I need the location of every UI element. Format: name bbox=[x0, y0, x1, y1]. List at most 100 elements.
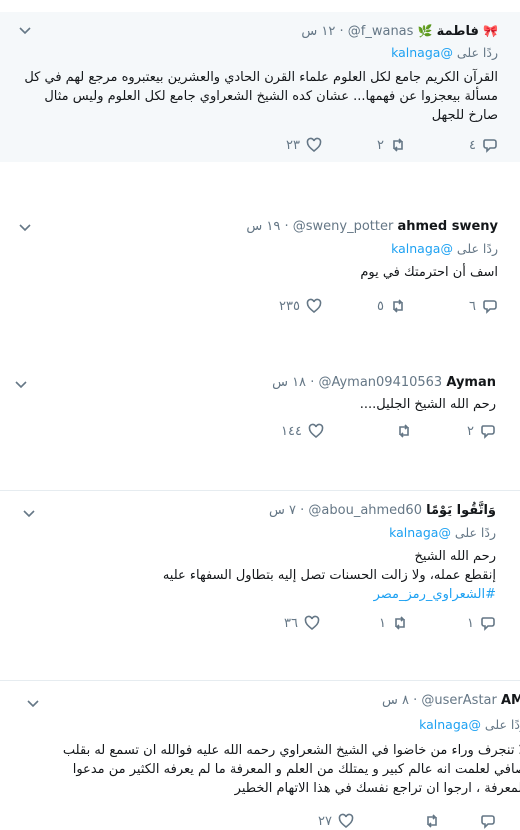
retweet-button[interactable] bbox=[418, 813, 440, 829]
time: ٨ س bbox=[382, 693, 410, 708]
reply-context: ردًا على @kalnaga bbox=[391, 45, 498, 60]
reply-icon bbox=[481, 815, 495, 829]
tweet-card[interactable]: ١٢ س · @f_wanas 🌿 فاطمة 🎀 ردًا على @kaln… bbox=[0, 12, 520, 162]
chevron-down-icon[interactable] bbox=[22, 507, 36, 523]
tweet-header: ٧ س · @abou_ahmed60 وَاتَّقُوا يَوْمًا bbox=[269, 503, 496, 518]
reply-count: ٤ bbox=[469, 137, 476, 153]
leaf-emoji-icon: 🌿 bbox=[417, 24, 433, 38]
time: ٧ س bbox=[269, 503, 296, 518]
tweet-text: القرآن الكريم جامع لكل العلوم علماء القر… bbox=[14, 68, 498, 125]
reply-icon bbox=[481, 425, 495, 439]
retweet-button[interactable] bbox=[390, 423, 412, 439]
retweet-icon bbox=[399, 424, 409, 438]
reply-mention-link[interactable]: @kalnaga bbox=[419, 717, 481, 732]
user-name[interactable]: ahmed sweny bbox=[397, 219, 498, 234]
like-button[interactable]: ١٤٤ bbox=[281, 423, 324, 439]
retweet-button[interactable]: ٢ bbox=[377, 137, 406, 153]
user-handle[interactable]: @f_wanas bbox=[348, 24, 414, 39]
reply-icon bbox=[481, 617, 495, 631]
retweet-icon bbox=[393, 138, 403, 152]
tweet-text-line: اسف أن احترمتك في يوم bbox=[360, 265, 498, 280]
heart-icon bbox=[338, 813, 354, 829]
user-handle[interactable]: @abou_ahmed60 bbox=[308, 503, 422, 518]
reply-mention-link[interactable]: @kalnaga bbox=[391, 45, 453, 60]
user-handle[interactable]: @userAstar bbox=[421, 693, 496, 708]
tweet-text-line: رحم الله الشيخ الجليل.... bbox=[359, 397, 496, 412]
reply-count: ٦ bbox=[469, 298, 476, 314]
tweet-text-line: صافي لعلمت انه عالم كبير و يمتلك من العل… bbox=[72, 762, 520, 777]
reply-mention-link[interactable]: @kalnaga bbox=[391, 241, 453, 256]
like-button[interactable]: ٢٣ bbox=[286, 137, 322, 153]
tweet-text: رحم الله الشيخ إنقطع عمله، ولا زالت الحس… bbox=[14, 547, 496, 604]
reply-button[interactable]: ٤ bbox=[469, 137, 498, 153]
chevron-down-icon[interactable] bbox=[14, 378, 28, 394]
chevron-down-icon[interactable] bbox=[26, 697, 40, 713]
chevron-down-icon[interactable] bbox=[18, 24, 32, 40]
retweet-button[interactable]: ١ bbox=[379, 615, 408, 631]
tweet-actions: ٤ ٢ ٢٣ bbox=[0, 137, 498, 155]
heart-icon bbox=[306, 137, 322, 153]
time: ١٩ س bbox=[246, 219, 281, 234]
reply-prefix: ردًا على bbox=[456, 241, 498, 256]
tweet-card[interactable]: ٧ س · @abou_ahmed60 وَاتَّقُوا يَوْمًا ر… bbox=[0, 490, 520, 640]
heart-icon bbox=[308, 423, 324, 439]
tweet-text-line: رحم الله الشيخ bbox=[414, 549, 496, 564]
tweet-header: ١٩ س · @sweny_potter ahmed sweny bbox=[246, 219, 498, 234]
tweet-header: ١٨ س · @Ayman09410563 Ayman bbox=[272, 375, 496, 390]
chevron-down-icon[interactable] bbox=[18, 221, 32, 237]
like-button[interactable]: ٢٣٥ bbox=[279, 298, 322, 314]
reply-prefix: ردًا على bbox=[484, 717, 520, 732]
time: ١٢ س bbox=[301, 24, 336, 39]
tweet-text-line: إنقطع عمله، ولا زالت الحسنات تصل إليه بت… bbox=[162, 568, 496, 583]
reply-context: ردًا على @kalnaga bbox=[391, 241, 498, 256]
tweet-text: لا تنجرف وراء من خاضوا في الشيخ الشعراوي… bbox=[14, 741, 520, 798]
like-count: ٢٧ bbox=[318, 813, 332, 829]
user-handle[interactable]: @sweny_potter bbox=[293, 219, 394, 234]
heart-icon bbox=[304, 615, 320, 631]
tweet-text: رحم الله الشيخ الجليل.... bbox=[14, 395, 496, 414]
like-count: ٢٣ bbox=[286, 137, 300, 153]
tweet-text-line: صارخ للجهل bbox=[431, 108, 498, 123]
user-handle[interactable]: @Ayman09410563 bbox=[318, 375, 442, 390]
retweet-button[interactable]: ٥ bbox=[377, 298, 406, 314]
tweet-text-line: مسألة بيعجزوا عن فهمها... عشان كده الشيخ… bbox=[44, 89, 498, 104]
tweet-actions: ٦ ٥ ٢٣٥ bbox=[0, 298, 498, 316]
reply-icon bbox=[483, 139, 497, 153]
user-name[interactable]: AM bbox=[501, 693, 520, 708]
reply-count: ٢ bbox=[467, 423, 474, 439]
reply-button[interactable]: ٦ bbox=[469, 298, 498, 314]
retweet-icon bbox=[393, 299, 403, 313]
user-name[interactable]: فاطمة bbox=[437, 24, 479, 39]
tweet-text-line: المعرفة ، ارجوا ان تراجع نفسك في هذا الا… bbox=[234, 781, 520, 796]
retweet-icon bbox=[427, 814, 437, 828]
reply-button[interactable]: ٢ bbox=[467, 423, 496, 439]
reply-context: ردًا على @kalnaga bbox=[389, 525, 496, 540]
tweet-text-line: القرآن الكريم جامع لكل العلوم علماء القر… bbox=[24, 70, 498, 85]
reply-count: ١ bbox=[467, 615, 474, 631]
reply-icon bbox=[483, 300, 497, 314]
reply-prefix: ردًا على bbox=[456, 45, 498, 60]
hashtag-link[interactable]: #الشعراوي_رمز_مصر bbox=[14, 585, 496, 604]
user-name[interactable]: وَاتَّقُوا يَوْمًا bbox=[426, 503, 496, 518]
tweet-card[interactable]: ١٨ س · @Ayman09410563 Ayman رحم الله الش… bbox=[0, 362, 520, 462]
tweet-text-line: لا تنجرف وراء من خاضوا في الشيخ الشعراوي… bbox=[62, 743, 520, 758]
tweet-actions: ١ ١ ٣٦ bbox=[0, 615, 496, 633]
ribbon-emoji-icon: 🎀 bbox=[483, 24, 498, 38]
reply-button[interactable]: ١ bbox=[467, 615, 496, 631]
like-count: ٢٣٥ bbox=[279, 298, 300, 314]
tweet-card[interactable]: ٨ س · @userAstar AM ردًا على @kalnaga لا… bbox=[0, 680, 520, 830]
reply-button[interactable] bbox=[474, 813, 496, 829]
like-count: ١٤٤ bbox=[281, 423, 302, 439]
reply-prefix: ردًا على bbox=[454, 525, 496, 540]
tweet-actions: ٢ ١٤٤ bbox=[0, 423, 496, 441]
retweet-count: ٥ bbox=[377, 298, 384, 314]
tweet-actions: ٢٧ bbox=[0, 813, 496, 830]
reply-context: ردًا على @kalnaga bbox=[419, 717, 520, 732]
tweet-text: اسف أن احترمتك في يوم bbox=[14, 263, 498, 282]
like-button[interactable]: ٣٦ bbox=[284, 615, 320, 631]
user-name[interactable]: Ayman bbox=[446, 375, 496, 390]
like-button[interactable]: ٢٧ bbox=[318, 813, 354, 829]
tweet-card[interactable]: ١٩ س · @sweny_potter ahmed sweny ردًا عل… bbox=[0, 205, 520, 345]
reply-mention-link[interactable]: @kalnaga bbox=[389, 525, 451, 540]
time: ١٨ س bbox=[272, 375, 307, 390]
